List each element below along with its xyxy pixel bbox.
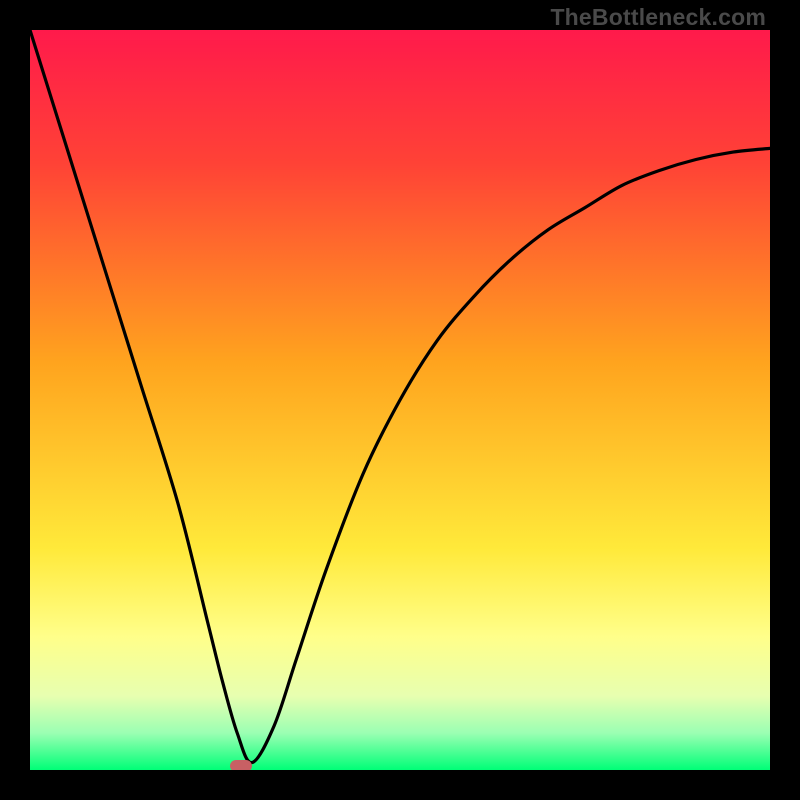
chart-frame: TheBottleneck.com: [0, 0, 800, 800]
curve-layer: [30, 30, 770, 770]
optimal-point-marker: [230, 760, 252, 770]
bottleneck-curve: [30, 30, 770, 763]
watermark-text: TheBottleneck.com: [550, 4, 766, 31]
plot-area: [30, 30, 770, 770]
